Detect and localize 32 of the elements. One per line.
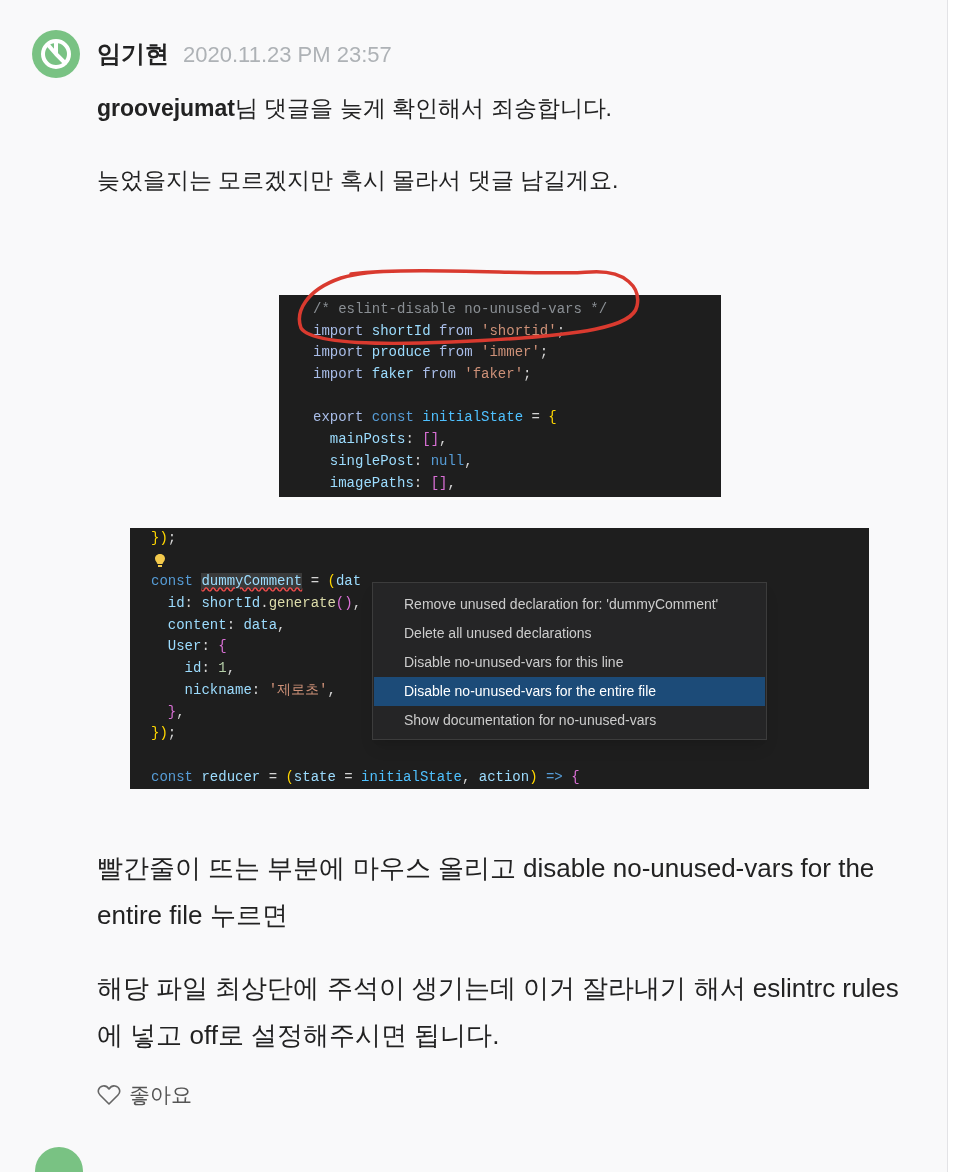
author-name: 임기현 (97, 39, 169, 69)
code-line: nickname: '제로초', (183, 680, 336, 700)
code-line: }, (166, 702, 185, 722)
code-line: /* eslint-disable no-unused-vars */ (313, 300, 608, 319)
comment-text: groovejumat님 댓글을 늦게 확인해서 죄송합니다. (97, 94, 613, 123)
comment-text: 빨간줄이 뜨는 부분에 마우스 올리고 disable no-unused-vars for the entire file 누르면 (97, 852, 876, 932)
menu-item[interactable]: Disable no-unused-vars for this line (374, 648, 765, 677)
comment-text: 해당 파일 최상단에 주석이 생기는데 이거 잘라내기 해서 eslintrc rules에 넣고 off로 설정해주시면 됩니다. (97, 972, 900, 1052)
heart-icon (97, 1083, 121, 1106)
menu-item[interactable]: Remove unused declaration for: 'dummyComment' (374, 590, 765, 619)
code-line: import faker from 'faker'; (313, 365, 532, 385)
code-line: const dummyComment = (dat (151, 572, 362, 592)
code-line: id: shortId.generate(), (166, 594, 362, 614)
code-line: content: data, (166, 615, 286, 635)
code-line: id: 1, (183, 659, 236, 679)
code-line: }); (151, 529, 177, 548)
menu-item[interactable]: Disable no-unused-vars for the entire file (374, 677, 765, 706)
menu-item[interactable]: Delete all unused declarations (374, 619, 765, 648)
like-button[interactable]: 좋아요 (97, 1079, 192, 1111)
code-line: const reducer = (state = initialState, action) => { (151, 767, 580, 787)
code-line: imagePaths: [], (328, 473, 456, 493)
code-line: import produce from 'immer'; (313, 343, 549, 363)
lightbulb-icon[interactable] (154, 552, 166, 569)
code-line: export const initialState = { (313, 408, 557, 428)
avatar (32, 30, 80, 78)
comment-text: 늦었을지는 모르겠지만 혹시 몰라서 댓글 남길게요. (97, 166, 620, 195)
comment-date: 2020.11.23 PM 23:57 (183, 41, 392, 69)
code-line: mainPosts: [], (328, 430, 448, 450)
code-line: singlePost: null, (328, 451, 473, 471)
code-line: }); (151, 724, 177, 744)
code-line: User: { (166, 637, 227, 657)
menu-item[interactable]: Show documentation for no-unused-vars (374, 706, 765, 735)
